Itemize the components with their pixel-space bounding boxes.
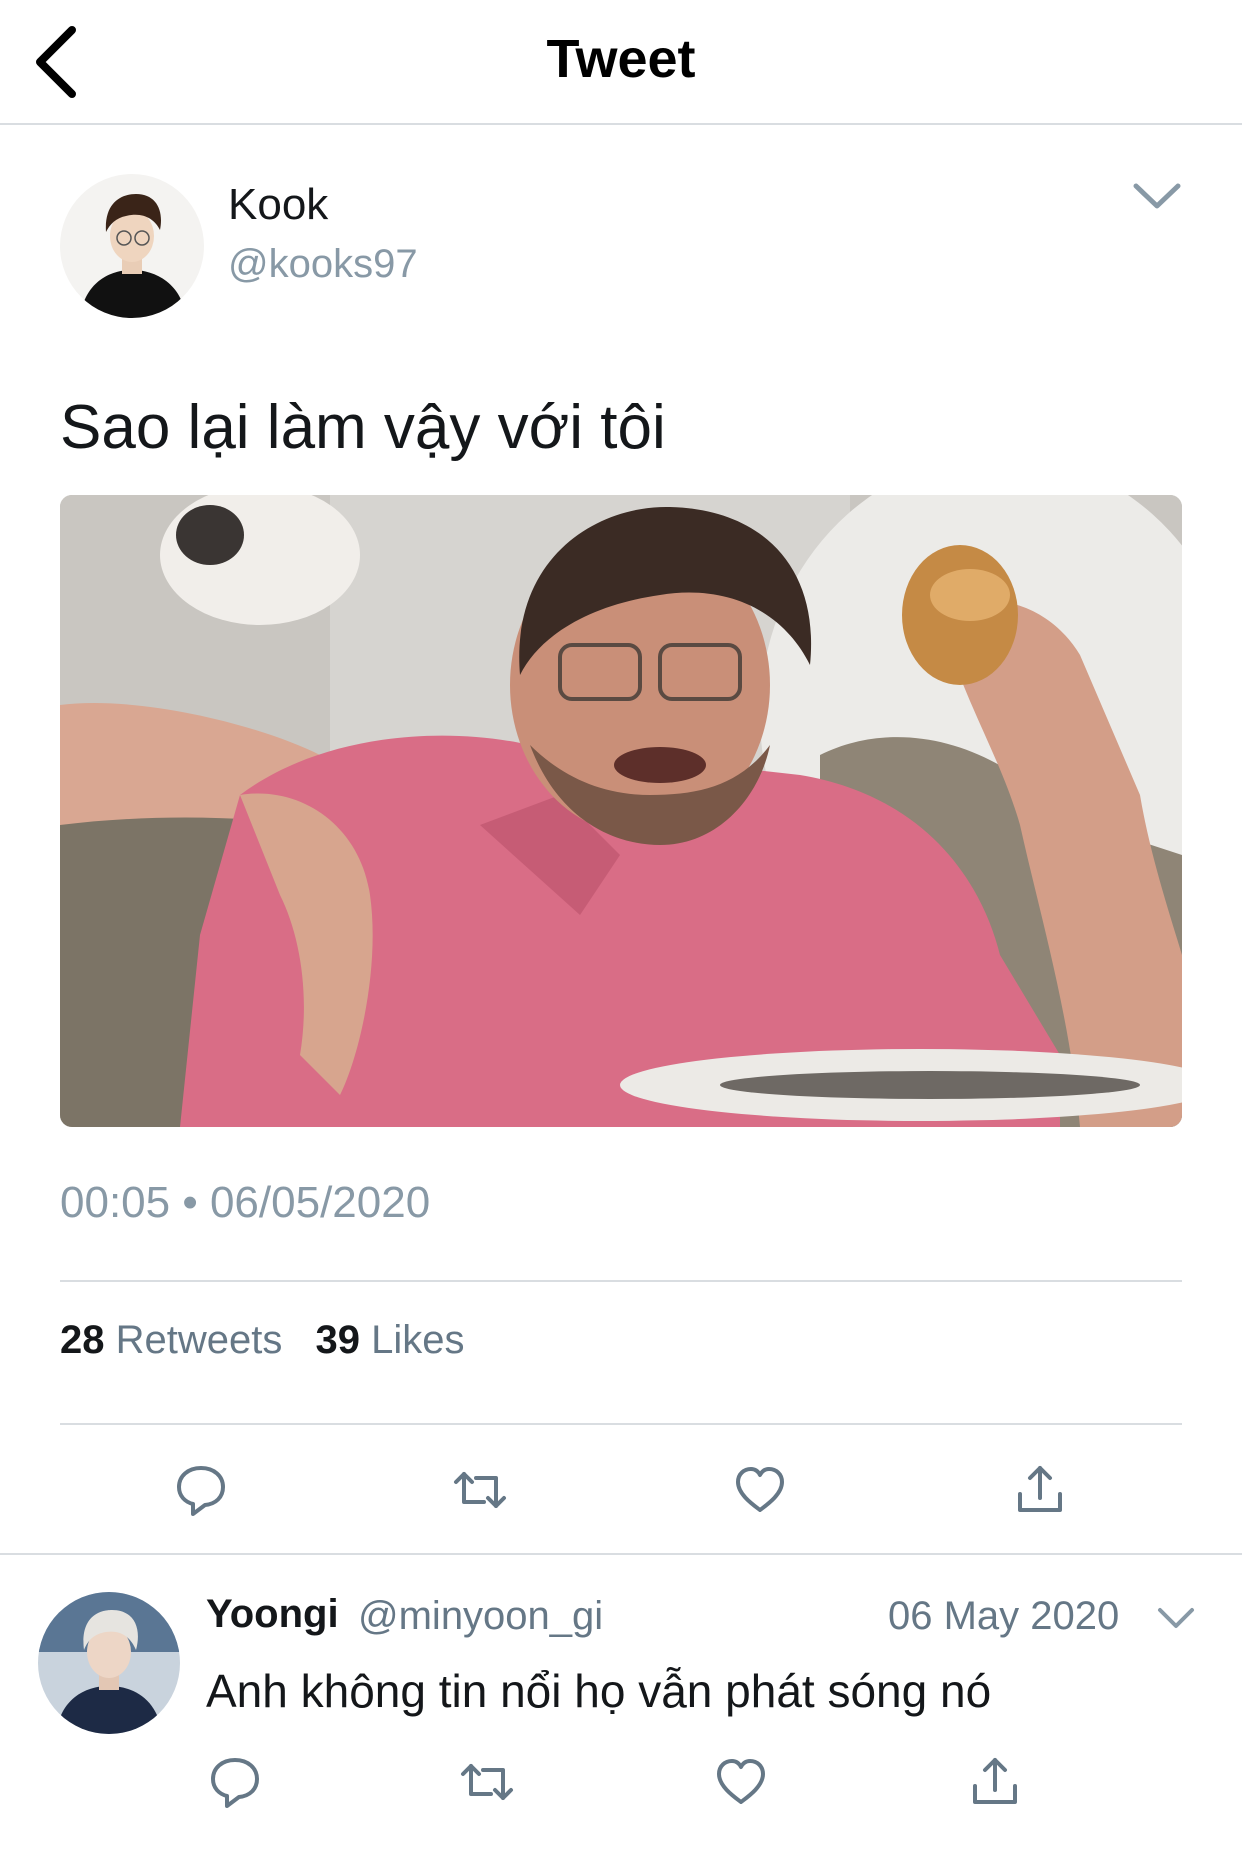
like-count[interactable]: 39 (316, 1318, 361, 1362)
heart-icon[interactable] (732, 1462, 788, 1518)
tweet-stats: 28 Retweets 39 Likes (60, 1318, 487, 1363)
page-title: Tweet (546, 29, 696, 89)
reply-author-name[interactable]: Yoongi (206, 1592, 339, 1637)
retweet-label[interactable]: Retweets (116, 1318, 283, 1362)
divider (60, 1280, 1182, 1282)
author-display-name[interactable]: Kook (228, 180, 328, 230)
reply-avatar[interactable] (38, 1592, 180, 1734)
reply-bubble-icon[interactable] (207, 1754, 263, 1810)
retweet-icon[interactable] (452, 1462, 508, 1518)
tweet-media-image[interactable] (60, 495, 1182, 1127)
reply-date: 06 May 2020 (888, 1594, 1120, 1638)
chevron-down-icon[interactable] (1130, 176, 1184, 216)
divider (60, 1423, 1182, 1425)
tweet-text: Sao lại làm vậy với tôi (60, 393, 666, 462)
reply-bubble-icon[interactable] (173, 1462, 229, 1518)
avatar[interactable] (60, 174, 204, 318)
retweet-icon[interactable] (459, 1754, 515, 1810)
reply-text: Anh không tin nổi họ vẫn phát sóng nó (206, 1665, 992, 1717)
retweet-count[interactable]: 28 (60, 1318, 105, 1362)
share-upload-icon[interactable] (1012, 1462, 1068, 1518)
divider (0, 1553, 1242, 1555)
heart-icon[interactable] (713, 1754, 769, 1810)
author-handle[interactable]: @kooks97 (228, 242, 418, 287)
reply-author-handle[interactable]: @minyoon_gi (358, 1594, 603, 1639)
like-label[interactable]: Likes (371, 1318, 464, 1362)
share-upload-icon[interactable] (967, 1754, 1023, 1810)
nav-header: Tweet (0, 0, 1242, 125)
tweet-timestamp: 00:05 • 06/05/2020 (60, 1178, 431, 1227)
chevron-down-icon[interactable] (1156, 1604, 1196, 1632)
